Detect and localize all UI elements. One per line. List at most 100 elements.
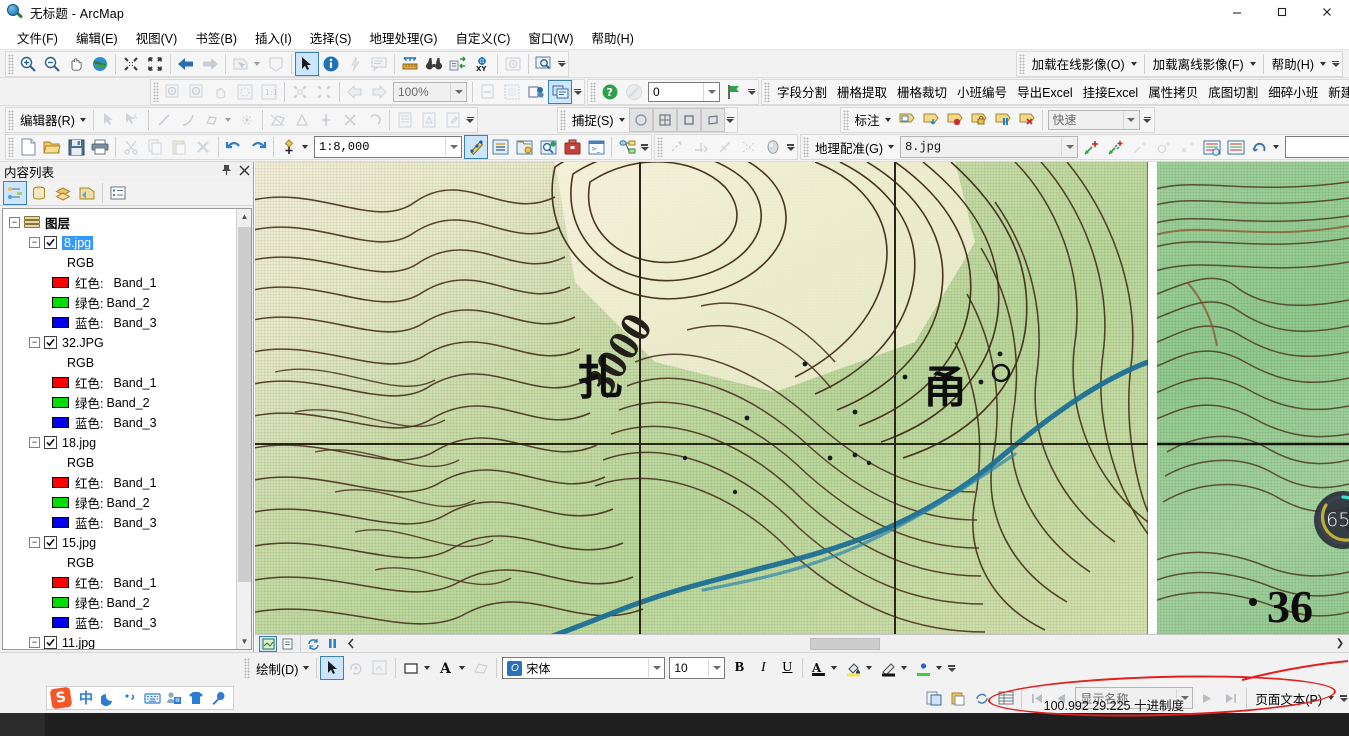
list-by-selection-icon[interactable] xyxy=(75,181,99,205)
toolbar-gripper-draw[interactable] xyxy=(244,658,250,678)
auto-register-icon[interactable] xyxy=(1104,135,1128,159)
toolbar-gripper-std[interactable] xyxy=(8,137,14,157)
underline-button[interactable]: U xyxy=(775,656,799,680)
zoom-to-link-icon[interactable] xyxy=(1152,135,1176,159)
ia-zoom-to-selected-icon[interactable] xyxy=(288,80,312,104)
georef-layer-dropdown-icon[interactable] xyxy=(1061,138,1077,156)
select-elements-arrow-icon[interactable] xyxy=(295,51,319,76)
network-speed-widget[interactable]: 65% ▲ 0K/s ▼ 0K/s xyxy=(1314,491,1349,549)
vertex-edit-icon[interactable] xyxy=(235,108,259,132)
menu-window[interactable]: 窗口(W) xyxy=(519,25,582,50)
layer-row-11jpg[interactable]: − 11.jpg xyxy=(7,633,251,649)
python-window-icon[interactable]: >_ xyxy=(584,135,608,159)
layout-view-icon[interactable] xyxy=(278,636,296,652)
close-button[interactable] xyxy=(1304,0,1349,25)
list-by-visibility-icon[interactable] xyxy=(51,181,75,205)
label-priority-icon[interactable] xyxy=(919,108,943,132)
snap-edge-icon[interactable] xyxy=(700,107,725,132)
skin-icon[interactable] xyxy=(185,688,207,708)
toc-vertical-scrollbar[interactable]: ▲ ▼ xyxy=(236,208,251,649)
rotate-raster-icon[interactable] xyxy=(665,135,689,159)
collapse-arrow-icon[interactable] xyxy=(342,636,360,652)
layer-checkbox-18jpg[interactable] xyxy=(44,436,57,450)
link-table-icon[interactable] xyxy=(1224,135,1248,159)
find-binoculars-icon[interactable] xyxy=(422,52,446,76)
label-mode-dropdown-icon[interactable] xyxy=(1122,110,1139,129)
undo-icon[interactable] xyxy=(222,135,246,159)
hyperlink-icon[interactable] xyxy=(343,52,367,76)
add-control-points-icon[interactable] xyxy=(1080,135,1104,159)
chevron-down-icon-shape[interactable] xyxy=(424,666,431,670)
toolbar-overflow-ia[interactable] xyxy=(572,80,583,104)
data-view-icon[interactable] xyxy=(259,635,277,652)
map-scale-dropdown-icon[interactable] xyxy=(445,138,461,156)
ia-previous-extent-icon[interactable] xyxy=(343,80,367,104)
ia-full-extent-icon[interactable] xyxy=(233,80,257,104)
trace-shape-icon[interactable] xyxy=(200,108,224,132)
ia-zoom-in-icon[interactable] xyxy=(161,80,185,104)
ia-next-extent-icon[interactable] xyxy=(367,80,391,104)
editor-toolbar-toggle-icon[interactable] xyxy=(464,135,488,159)
toolbar-gripper[interactable] xyxy=(8,53,14,74)
go-forward-extent-icon[interactable] xyxy=(198,52,222,76)
menu-edit[interactable]: 编辑(E) xyxy=(67,25,127,50)
map-hscroll-right-icon[interactable]: ❯ xyxy=(1331,638,1349,649)
toolbar-overflow-label[interactable] xyxy=(1142,108,1153,132)
menu-selection[interactable]: 选择(S) xyxy=(301,25,361,50)
link-excel-button[interactable]: 挂接Excel xyxy=(1078,79,1144,104)
export-excel-button[interactable]: 导出Excel xyxy=(1012,79,1078,104)
toolbar-gripper-label[interactable] xyxy=(842,109,849,130)
delete-vertex-icon[interactable] xyxy=(338,108,362,132)
font-color-icon[interactable]: A xyxy=(806,656,830,680)
toolbar-overflow-status[interactable] xyxy=(1338,686,1349,710)
edit-annotation-icon[interactable]: A xyxy=(121,108,145,132)
html-popup-icon[interactable] xyxy=(367,52,391,76)
toolbar-overflow-snap[interactable] xyxy=(725,108,736,132)
delete-link-icon[interactable] xyxy=(1176,135,1200,159)
delete-x-icon[interactable] xyxy=(191,135,215,159)
user-card-icon[interactable] xyxy=(163,688,185,708)
fragment-subcompartment-button[interactable]: 细碎小班 xyxy=(1263,79,1323,104)
close-icon[interactable] xyxy=(235,165,253,179)
edit-tool-arrow-icon[interactable] xyxy=(97,108,121,132)
swipe-raster-icon[interactable] xyxy=(737,135,761,159)
image-zoom-dropdown-icon[interactable] xyxy=(450,82,466,101)
new-field-button[interactable]: 新建字段 xyxy=(1323,79,1349,104)
ia-fixed-scale-icon[interactable]: 1:1 xyxy=(257,80,281,104)
layer-checkbox-15jpg[interactable] xyxy=(44,536,57,550)
map-hscroll-thumb[interactable] xyxy=(810,638,880,650)
toolbar-overflow-sub[interactable] xyxy=(746,80,757,104)
chevron-down-icon-online[interactable] xyxy=(1130,61,1137,66)
new-document-icon[interactable] xyxy=(16,135,40,159)
attribute-copy-button[interactable]: 属性拷贝 xyxy=(1143,79,1203,104)
chevron-down-icon-plughelp[interactable] xyxy=(1320,61,1326,66)
chevron-down-icon-rectify[interactable] xyxy=(1273,145,1280,149)
wrench-icon[interactable] xyxy=(207,688,229,708)
page-text-button[interactable]: 页面文本(P) xyxy=(1250,686,1327,711)
model-builder-icon[interactable] xyxy=(615,135,639,159)
snap-point-icon[interactable] xyxy=(628,107,653,132)
copy-attributes-icon[interactable] xyxy=(946,686,970,710)
subcompartment-number-button[interactable]: 小班编号 xyxy=(952,79,1012,104)
chevron-down-icon-offline[interactable] xyxy=(1249,61,1256,66)
ia-pan-icon[interactable] xyxy=(209,80,233,104)
chevron-down-icon-label[interactable] xyxy=(884,117,891,122)
layer-row-32jpg[interactable]: − 32.JPG xyxy=(7,333,251,353)
font-family-combo[interactable]: O 宋体 xyxy=(502,657,666,679)
label-manager-icon[interactable] xyxy=(895,108,919,132)
full-extent-globe-icon[interactable] xyxy=(88,52,112,76)
curve-segment-icon[interactable] xyxy=(176,108,200,132)
time-slider-icon[interactable] xyxy=(501,52,525,76)
new-text-icon[interactable]: A xyxy=(434,656,458,680)
layer-checkbox-8jpg[interactable] xyxy=(44,236,57,250)
draw-menu-label[interactable]: 绘制(D) xyxy=(252,659,302,678)
snap-end-icon[interactable] xyxy=(652,107,677,132)
raster-clip-button[interactable]: 栅格裁切 xyxy=(892,79,952,104)
ia-new-layer-icon[interactable] xyxy=(476,80,500,104)
layer-expander-32jpg[interactable]: − xyxy=(29,337,40,349)
menu-geoprocessing[interactable]: 地理处理(G) xyxy=(360,25,446,50)
punctuation-icon[interactable] xyxy=(119,688,141,708)
delete-labels-icon[interactable] xyxy=(1015,108,1039,132)
bold-button[interactable]: B xyxy=(727,656,751,680)
map-canvas[interactable]: 3000 扎 甬 36 65 xyxy=(255,162,1349,634)
